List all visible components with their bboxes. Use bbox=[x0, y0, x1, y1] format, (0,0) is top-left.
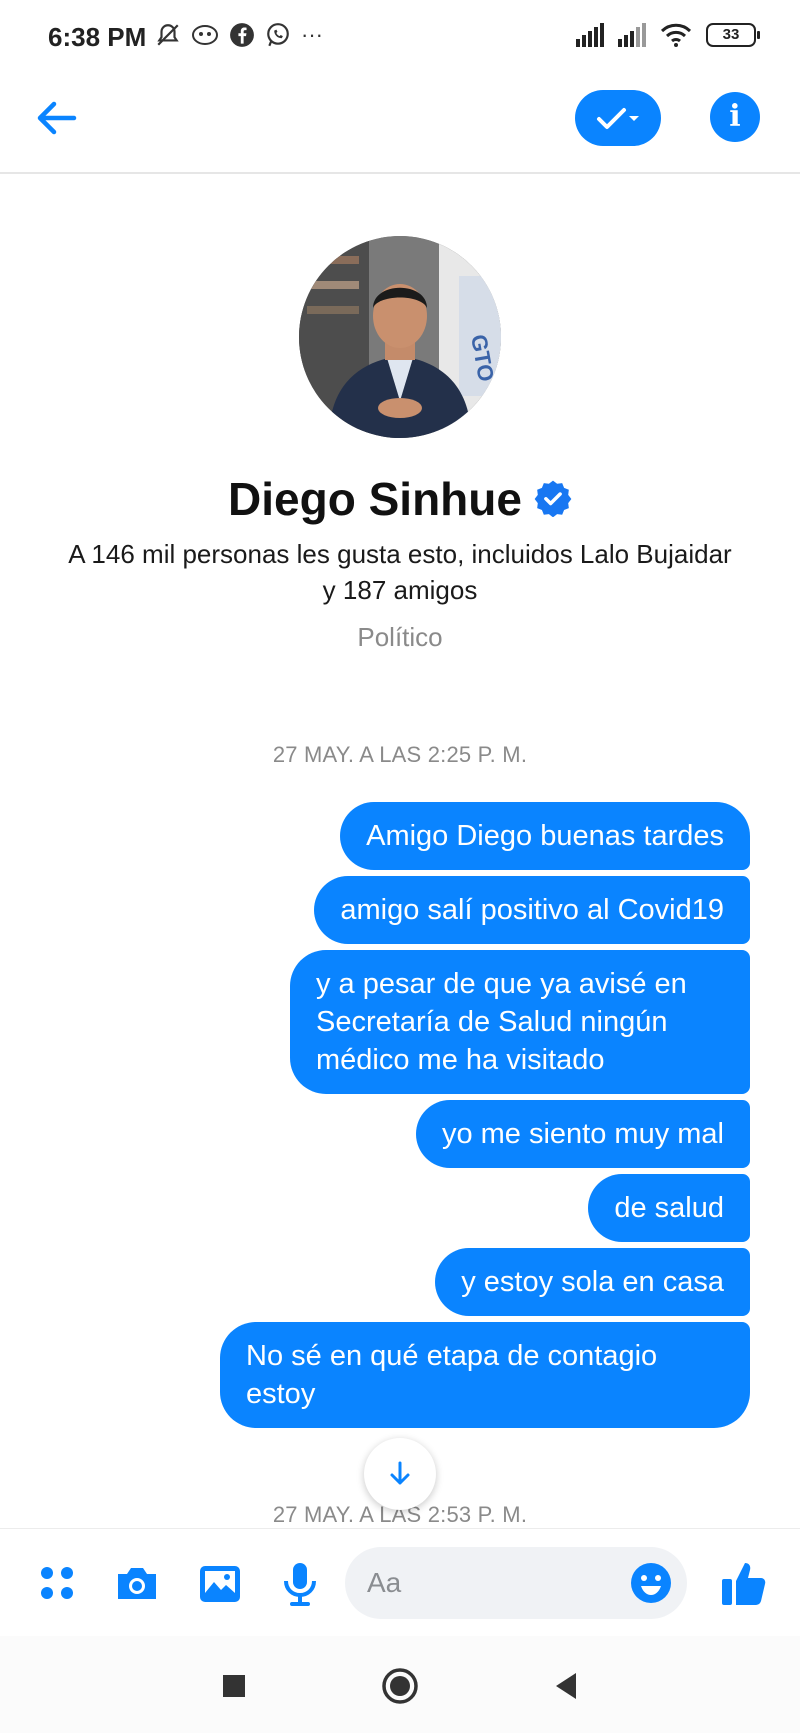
check-icon bbox=[597, 108, 639, 129]
profile-photo: GTO bbox=[299, 236, 501, 438]
message-input-field[interactable] bbox=[345, 1547, 687, 1619]
camera-icon[interactable] bbox=[112, 1559, 162, 1609]
silent-icon bbox=[157, 24, 179, 46]
image-icon[interactable] bbox=[195, 1559, 245, 1609]
signal-icon bbox=[618, 23, 646, 47]
battery-icon: 33 bbox=[706, 23, 760, 47]
arrow-down-icon bbox=[390, 1461, 410, 1485]
message-timestamp: 27 MAY. A LAS 2:25 P. M. bbox=[272, 742, 528, 767]
verified-badge-icon bbox=[534, 480, 572, 517]
profile-name: Diego Sinhue bbox=[228, 473, 522, 525]
profile-category: Político bbox=[357, 622, 443, 652]
avatar[interactable]: GTO bbox=[299, 236, 501, 438]
check-dropdown-button[interactable] bbox=[575, 90, 661, 146]
apps-icon[interactable] bbox=[33, 1559, 83, 1609]
status-time: 6:38 PM bbox=[48, 22, 147, 52]
thumbs-up-icon[interactable] bbox=[718, 1557, 770, 1609]
back-icon[interactable] bbox=[546, 1666, 586, 1706]
facebook-icon bbox=[230, 23, 254, 47]
info-icon[interactable]: i bbox=[710, 92, 760, 142]
message-list: Amigo Diego buenas tardes amigo salí pos… bbox=[220, 802, 750, 1428]
signal-icon bbox=[576, 23, 604, 47]
message-bubble[interactable]: No sé en qué etapa de contagio estoy bbox=[220, 1322, 750, 1428]
message-bubble[interactable]: y a pesar de que ya avisé en Secretaría … bbox=[290, 950, 750, 1094]
recent-apps-icon[interactable] bbox=[214, 1666, 254, 1706]
scroll-to-bottom-button[interactable] bbox=[364, 1438, 436, 1510]
profile-name-row: Diego Sinhue bbox=[0, 472, 800, 526]
system-navigation-bar bbox=[0, 1636, 800, 1733]
message-bubble[interactable]: y estoy sola en casa bbox=[435, 1248, 750, 1316]
message-bubble[interactable]: amigo salí positivo al Covid19 bbox=[314, 876, 750, 944]
home-icon[interactable] bbox=[380, 1666, 420, 1706]
message-bubble[interactable]: Amigo Diego buenas tardes bbox=[340, 802, 750, 870]
emoji-icon bbox=[192, 25, 218, 45]
message-input[interactable] bbox=[367, 1547, 617, 1619]
wifi-icon bbox=[660, 23, 692, 47]
microphone-icon[interactable] bbox=[275, 1559, 325, 1609]
system-icons: 33 bbox=[576, 22, 760, 48]
more-indicator: ··· bbox=[301, 22, 323, 47]
message-bubble[interactable]: yo me siento muy mal bbox=[415, 1100, 750, 1168]
conversation-header: i bbox=[0, 72, 800, 174]
back-arrow-icon[interactable] bbox=[30, 92, 82, 144]
message-bubble[interactable]: de salud bbox=[588, 1174, 750, 1242]
emoji-icon[interactable] bbox=[629, 1561, 673, 1605]
whatsapp-icon bbox=[267, 23, 289, 47]
status-bar: 6:38 PM ··· 33 bbox=[0, 0, 800, 72]
profile-likes: A 146 mil personas les gusta esto, inclu… bbox=[68, 539, 732, 605]
notification-icons: ··· bbox=[155, 22, 323, 48]
message-composer bbox=[0, 1528, 800, 1636]
